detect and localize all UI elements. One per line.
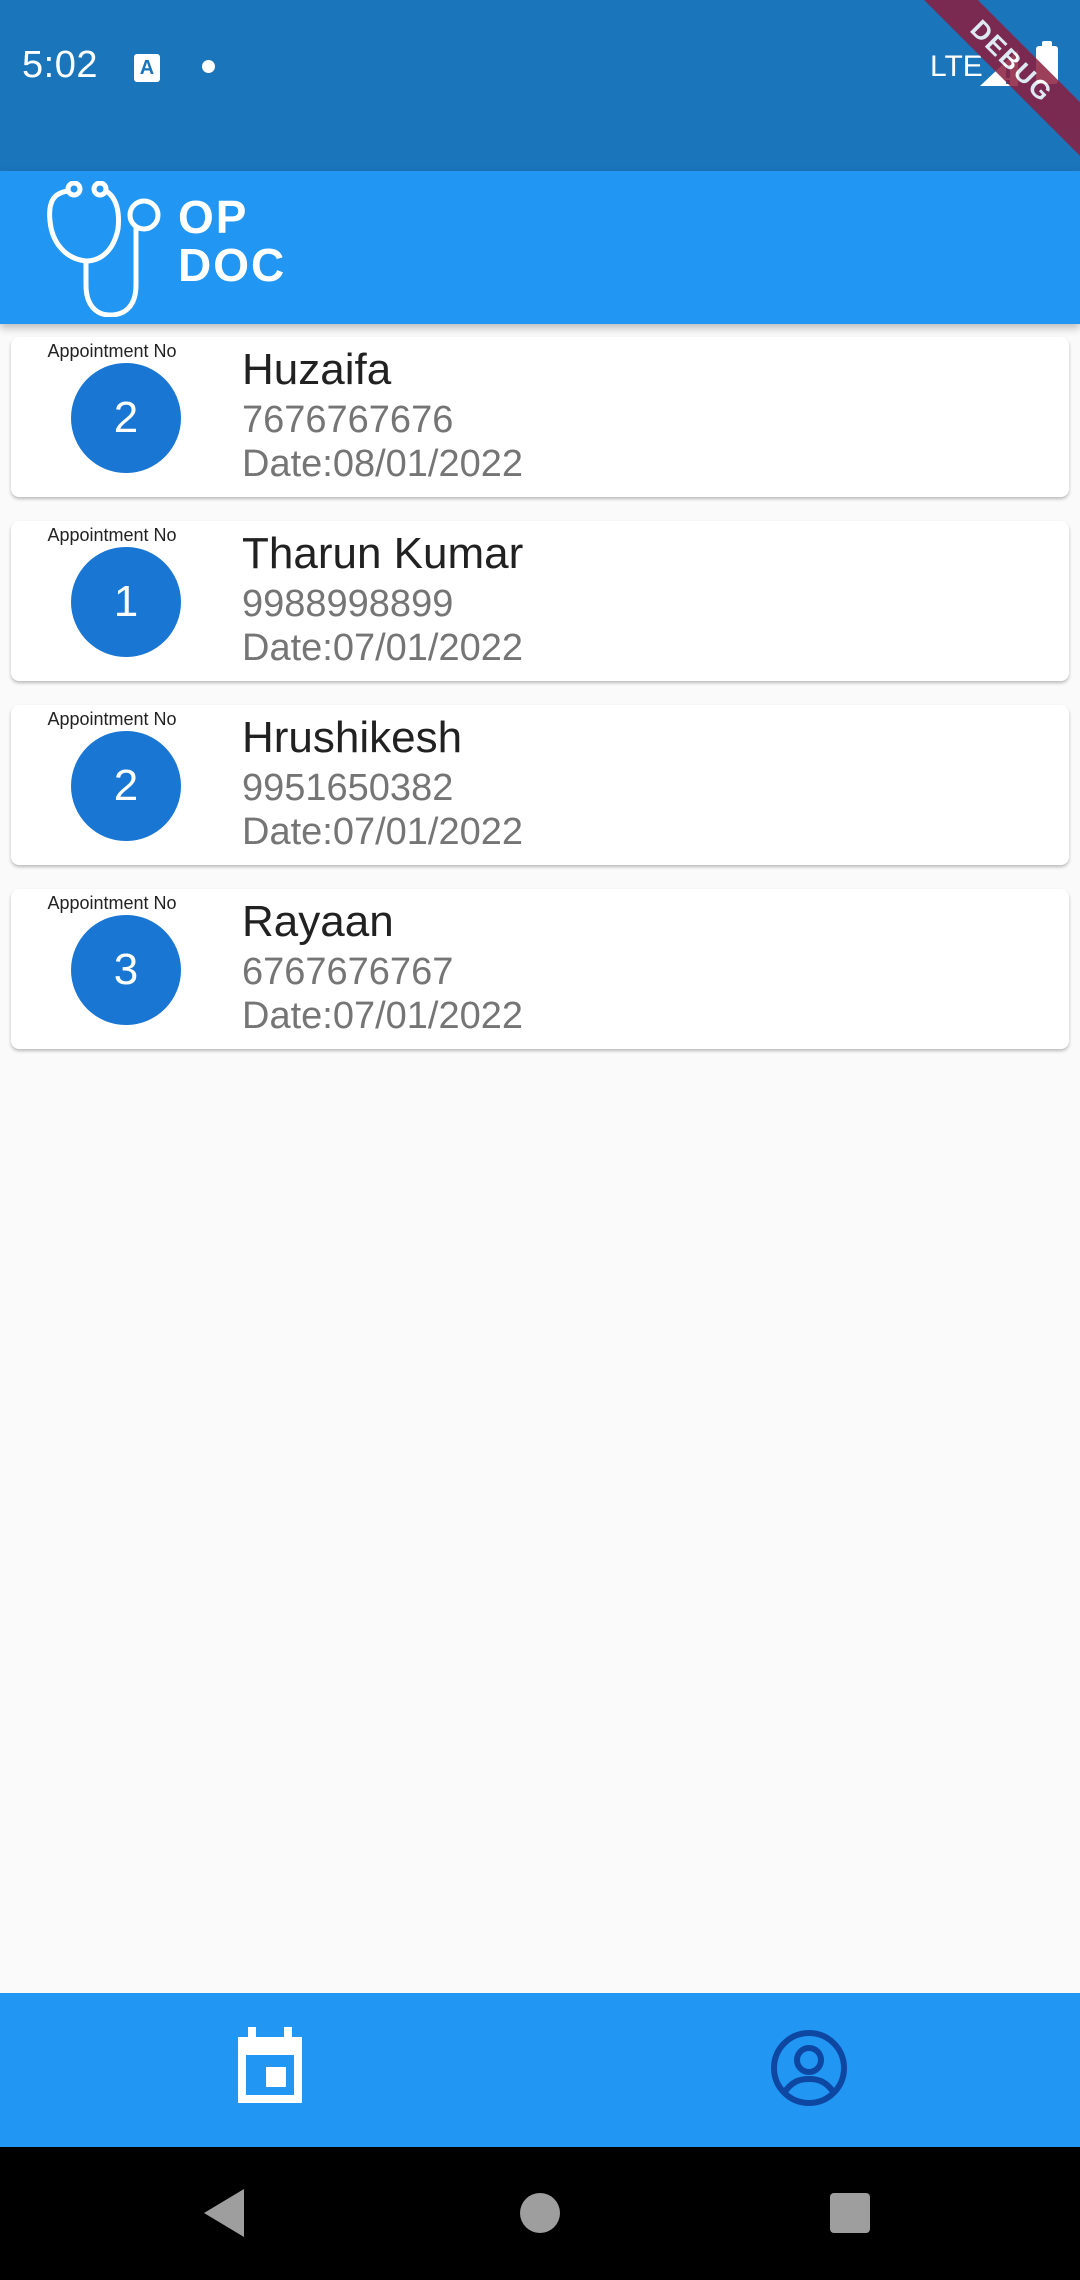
appointment-number-badge: 1 [71, 547, 181, 657]
appointment-no-label: Appointment No [47, 893, 177, 913]
back-icon[interactable] [204, 2189, 244, 2237]
appointment-list: Appointment No 2 Huzaifa 7676767676 Date… [11, 337, 1069, 1073]
system-nav-bar [0, 2147, 1080, 2280]
patient-name: Tharun Kumar [242, 529, 524, 578]
bottom-nav [0, 1993, 1080, 2147]
appointment-date: Date:07/01/2022 [242, 995, 524, 1037]
calendar-icon [238, 2027, 302, 2103]
account-circle-icon [771, 2030, 847, 2106]
logo-line-1: OP [178, 191, 249, 243]
appointment-no-label: Appointment No [47, 341, 177, 361]
appointment-number-badge: 2 [71, 731, 181, 841]
app-bar: OP DOC [0, 171, 1080, 324]
appointment-no-label: Appointment No [47, 525, 177, 545]
home-icon[interactable] [520, 2193, 560, 2233]
appointment-card[interactable]: Appointment No 2 Hrushikesh 9951650382 D… [11, 705, 1069, 865]
text-notification-icon: A [134, 54, 160, 82]
network-type: LTE [930, 50, 983, 83]
patient-phone: 9988998899 [242, 583, 454, 625]
appointment-card[interactable]: Appointment No 1 Tharun Kumar 9988998899… [11, 521, 1069, 681]
status-time: 5:02 [22, 44, 98, 86]
appointment-card[interactable]: Appointment No 2 Huzaifa 7676767676 Date… [11, 337, 1069, 497]
notification-dot-icon [202, 60, 215, 73]
patient-phone: 9951650382 [242, 767, 454, 809]
app-logo-text: OP DOC [178, 193, 286, 289]
patient-name: Rayaan [242, 897, 394, 946]
appointment-date: Date:07/01/2022 [242, 811, 524, 853]
appointment-date: Date:07/01/2022 [242, 627, 524, 669]
recent-apps-icon[interactable] [830, 2193, 870, 2233]
patient-phone: 7676767676 [242, 399, 454, 441]
nav-profile-button[interactable] [540, 1993, 1080, 2147]
nav-appointments-button[interactable] [0, 1993, 540, 2147]
appointment-number-badge: 3 [71, 915, 181, 1025]
logo-line-2: DOC [178, 239, 287, 291]
stethoscope-icon [47, 181, 161, 317]
patient-phone: 6767676767 [242, 951, 454, 993]
appointment-card[interactable]: Appointment No 3 Rayaan 6767676767 Date:… [11, 889, 1069, 1049]
appointment-no-label: Appointment No [47, 709, 177, 729]
status-bar: 5:02 A LTE DEBUG [0, 0, 1080, 171]
appointment-number-badge: 2 [71, 363, 181, 473]
appointment-date: Date:08/01/2022 [242, 443, 524, 485]
patient-name: Hrushikesh [242, 713, 463, 762]
patient-name: Huzaifa [242, 345, 392, 394]
